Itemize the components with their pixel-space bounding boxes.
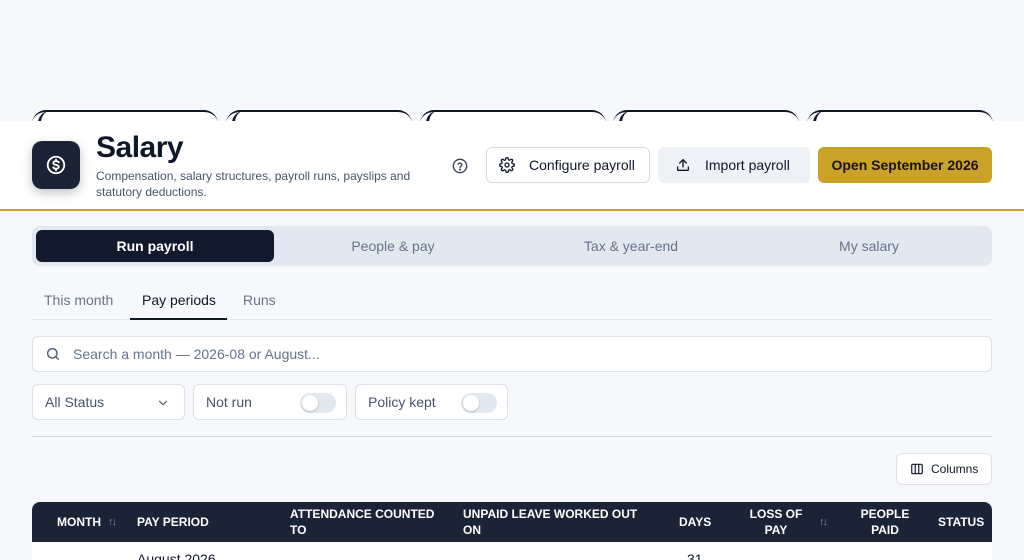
tab-pay-periods[interactable]: Pay periods (130, 288, 227, 320)
tab-this-month[interactable]: This month (44, 288, 113, 320)
section-people-pay[interactable]: People & pay (274, 230, 512, 262)
search-input[interactable] (73, 337, 973, 371)
status-filter-value: All Status (45, 394, 105, 410)
page-header: Salary Compensation, salary structures, … (0, 121, 1024, 211)
configure-payroll-label: Configure payroll (529, 157, 635, 173)
sort-icon[interactable]: ↑↓ (108, 516, 117, 528)
not-run-filter: Not run (193, 384, 347, 420)
col-month[interactable]: MONTH (57, 502, 101, 542)
col-pay-period: PAY PERIOD (137, 515, 209, 529)
status-filter-select[interactable]: All Status (32, 384, 185, 420)
policy-kept-filter: Policy kept (355, 384, 508, 420)
col-unpaid-leave: UNPAID LEAVE WORKED OUT ON (463, 507, 638, 537)
pay-periods-table: MONTH ↑↓ PAY PERIOD ATTENDANCE COUNTED T… (32, 502, 992, 560)
cell-pay-period: August 2026 (137, 551, 216, 560)
subtabs: This month Pay periods Runs (32, 288, 992, 320)
page-title: Salary (96, 131, 184, 164)
policy-kept-toggle[interactable] (461, 393, 497, 413)
import-payroll-label: Import payroll (705, 157, 790, 173)
search-box (32, 336, 992, 372)
not-run-label: Not run (206, 394, 252, 410)
search-icon (45, 346, 61, 367)
sort-icon[interactable]: ↑↓ (819, 516, 828, 528)
col-loss-of-pay[interactable]: LOSS OF PAY (746, 502, 806, 542)
import-payroll-button[interactable]: Import payroll (658, 147, 810, 183)
table-row[interactable]: August 2026 31 (32, 542, 992, 560)
tab-runs[interactable]: Runs (243, 288, 276, 320)
section-run-payroll[interactable]: Run payroll (36, 230, 274, 262)
table-header: MONTH ↑↓ PAY PERIOD ATTENDANCE COUNTED T… (32, 502, 992, 542)
columns-button[interactable]: Columns (896, 453, 992, 485)
divider (32, 436, 992, 437)
columns-label: Columns (931, 462, 979, 476)
not-run-toggle[interactable] (300, 393, 336, 413)
cell-days: 31 (687, 551, 703, 560)
col-people-paid: PEOPLE PAID (860, 507, 910, 537)
chevron-down-icon (156, 396, 170, 413)
col-status: STATUS (938, 515, 985, 529)
col-attendance: ATTENDANCE COUNTED TO (290, 507, 435, 537)
section-tax-year-end[interactable]: Tax & year-end (512, 230, 750, 262)
col-days: DAYS (679, 515, 712, 529)
gear-icon (499, 157, 515, 173)
configure-payroll-button[interactable]: Configure payroll (486, 147, 650, 183)
page-subtitle: Compensation, salary structures, payroll… (96, 169, 411, 199)
dollar-circle-icon (32, 141, 80, 189)
question-circle-icon[interactable] (451, 157, 469, 175)
section-my-salary[interactable]: My salary (750, 230, 988, 262)
open-period-button[interactable]: Open September 2026 (818, 147, 992, 183)
upload-icon (675, 157, 691, 173)
columns-icon (910, 462, 924, 476)
section-switcher: Run payroll People & pay Tax & year-end … (32, 226, 992, 266)
policy-kept-label: Policy kept (368, 394, 436, 410)
